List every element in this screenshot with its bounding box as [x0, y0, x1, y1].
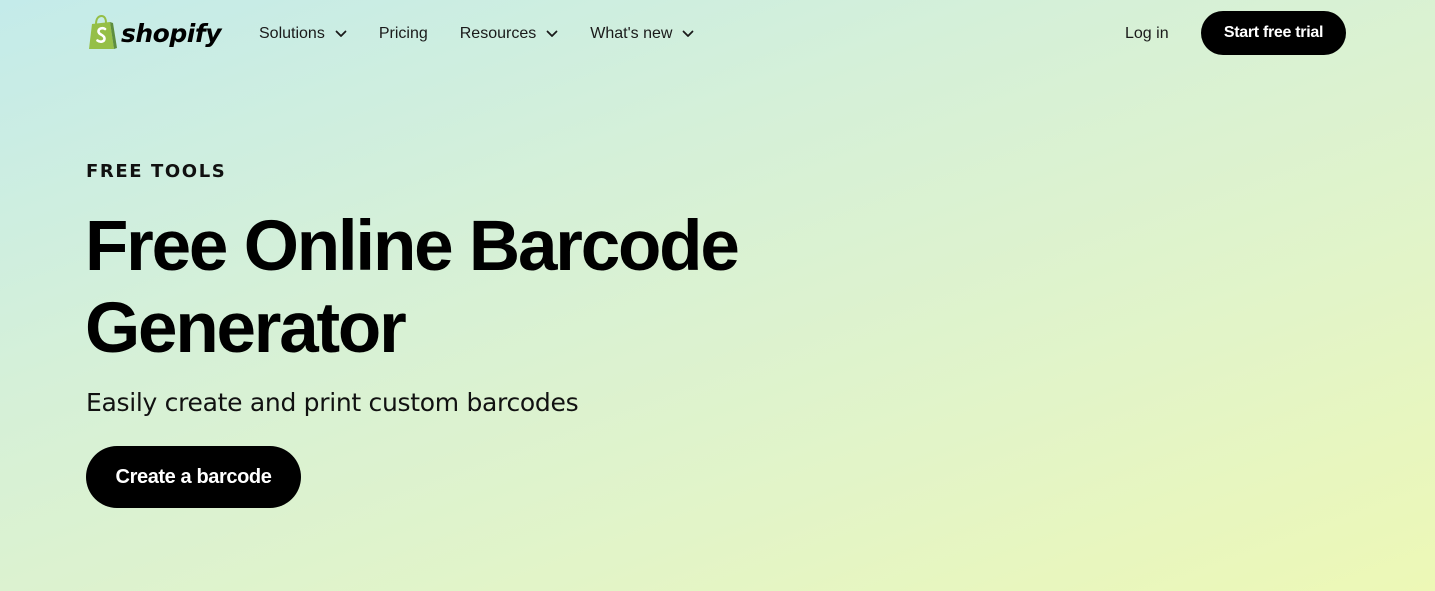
nav-item-resources[interactable]: Resources — [460, 22, 558, 46]
page-title-line-2: Generator — [85, 289, 407, 368]
chevron-down-icon — [335, 30, 347, 37]
nav-item-whats-new[interactable]: What's new — [590, 22, 694, 46]
start-free-trial-button[interactable]: Start free trial — [1201, 11, 1346, 55]
page-subtitle: Easily create and print custom barcodes — [86, 388, 579, 417]
page-title-line-1: Free Online Barcode — [85, 207, 740, 286]
nav-item-label: Pricing — [378, 25, 428, 42]
create-barcode-button[interactable]: Create a barcode — [86, 446, 301, 508]
chevron-down-icon — [683, 30, 694, 37]
logo-wordmark: shopify — [121, 18, 222, 48]
main-nav: Solutions Pricing Resources What's new — [259, 22, 726, 46]
nav-item-label: What's new — [590, 25, 673, 42]
shopify-logo[interactable]: shopify — [86, 14, 222, 52]
nav-item-label: Solutions — [259, 25, 325, 42]
shopify-bag-icon — [89, 15, 117, 49]
nav-item-label: Resources — [459, 25, 537, 42]
eyebrow-label: FREE TOOLS — [86, 161, 227, 182]
site-header: shopify Solutions Pricing Resources What… — [0, 0, 1435, 67]
page-title: Free Online Barcode Generator — [85, 206, 805, 370]
login-link[interactable]: Log in — [1125, 22, 1169, 46]
chevron-down-icon — [546, 30, 558, 37]
nav-item-pricing[interactable]: Pricing — [379, 22, 428, 46]
nav-item-solutions[interactable]: Solutions — [259, 22, 347, 46]
